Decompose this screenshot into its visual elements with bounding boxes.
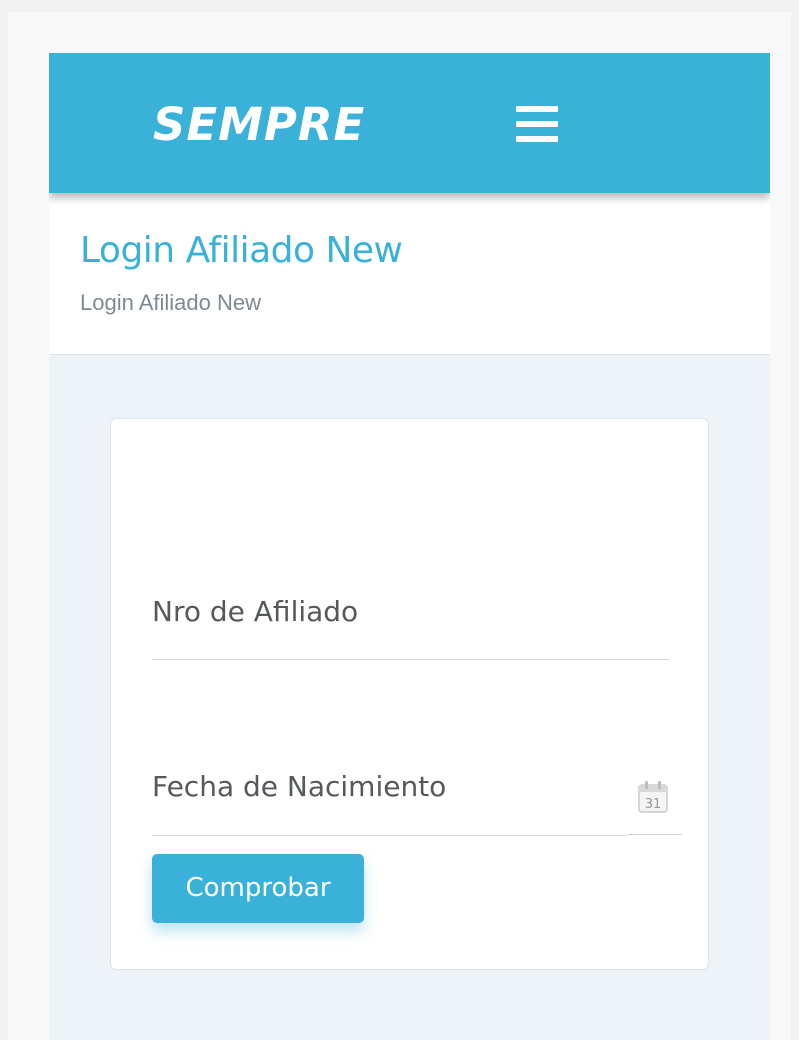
calendar-icon[interactable]: 31	[637, 780, 669, 814]
page-header: Login Afiliado New Login Afiliado New	[49, 193, 770, 355]
hamburger-menu-icon[interactable]	[516, 106, 558, 144]
page-title: Login Afiliado New	[80, 230, 403, 271]
top-navbar: SEMPRE	[49, 53, 770, 193]
app-shell: SEMPRE Login Afiliado New Login Afiliado…	[49, 53, 770, 1040]
svg-text:31: 31	[645, 797, 662, 812]
brand-logo[interactable]: SEMPRE	[153, 97, 365, 153]
browser-viewport: SEMPRE Login Afiliado New Login Afiliado…	[8, 12, 791, 1040]
login-card: 31 Comprobar	[110, 418, 709, 970]
afiliado-field	[152, 582, 669, 660]
birthdate-field	[152, 757, 627, 836]
birthdate-input[interactable]	[152, 767, 627, 807]
breadcrumb: Login Afiliado New	[80, 290, 262, 315]
afiliado-number-input[interactable]	[152, 592, 669, 632]
comprobar-button[interactable]: Comprobar	[152, 854, 364, 923]
